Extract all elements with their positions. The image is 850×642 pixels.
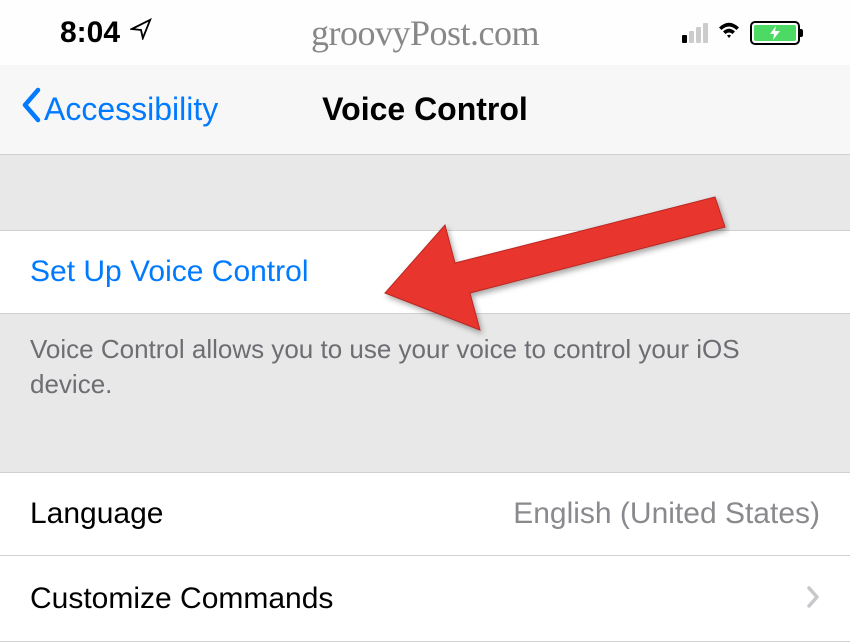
- language-value: English (United States): [513, 497, 820, 531]
- section-spacer: [0, 155, 850, 230]
- back-button[interactable]: Accessibility: [20, 87, 218, 133]
- battery-icon: [750, 21, 800, 45]
- location-icon: [130, 18, 152, 47]
- setup-voice-control-button[interactable]: Set Up Voice Control: [0, 230, 850, 314]
- status-icons: [682, 19, 800, 47]
- page-title: Voice Control: [322, 91, 528, 128]
- chevron-left-icon: [20, 87, 42, 133]
- navigation-bar: Accessibility Voice Control: [0, 65, 850, 155]
- customize-label: Customize Commands: [30, 582, 333, 616]
- status-bar: 8:04 groovyPost.com: [0, 0, 850, 65]
- cellular-signal-icon: [682, 23, 708, 43]
- back-label: Accessibility: [44, 91, 218, 128]
- setup-label: Set Up Voice Control: [30, 255, 308, 289]
- customize-commands-row[interactable]: Customize Commands: [0, 555, 850, 642]
- language-row[interactable]: Language English (United States): [0, 472, 850, 555]
- watermark-text: groovyPost.com: [311, 12, 539, 54]
- setup-description: Voice Control allows you to use your voi…: [0, 314, 850, 420]
- wifi-icon: [716, 19, 742, 47]
- chevron-right-icon: [806, 580, 820, 617]
- status-time: 8:04: [60, 16, 120, 50]
- language-label: Language: [30, 497, 163, 531]
- section-spacer: [0, 420, 850, 472]
